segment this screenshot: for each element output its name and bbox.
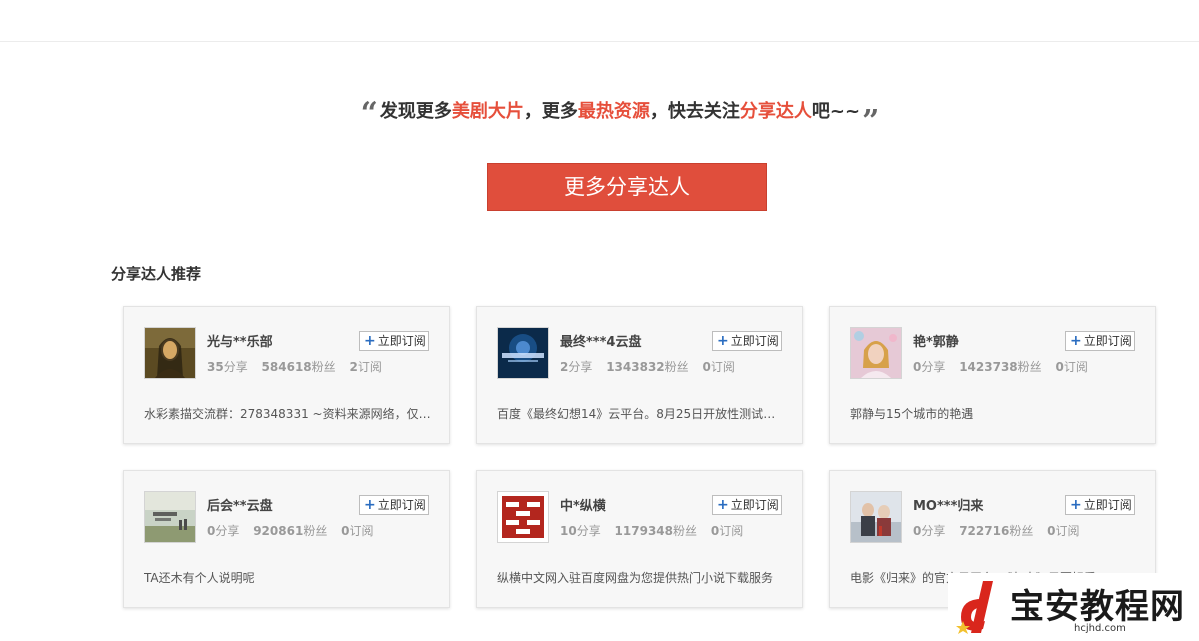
sharer-description: 百度《最终幻想14》云平台。8月25日开放性测试开启 (497, 407, 784, 421)
subscribe-button[interactable]: + 立即订阅 (359, 495, 429, 515)
subscriptions-count: 0 (702, 360, 711, 374)
subscriptions-count: 0 (341, 524, 350, 538)
sharer-stats: 0分享 920861粉丝 0订阅 (207, 522, 384, 539)
sharer-card: 光与**乐部 + 立即订阅 35分享 584618粉丝 2订阅 水彩素描交流群：2… (123, 306, 450, 444)
subscribe-label: 立即订阅 (730, 334, 779, 348)
fans-count: 722716 (959, 524, 1010, 538)
subscriptions-unit: 订阅 (1063, 360, 1088, 374)
sharer-name[interactable]: MO***归来 (913, 495, 983, 514)
subscribe-button[interactable]: + 立即订阅 (1065, 331, 1135, 351)
slogan-highlight-2: 最热资源 (577, 101, 650, 122)
slogan-text-4: 吧~~ (811, 101, 861, 122)
slogan-text-1: 发现更多 (379, 101, 452, 122)
sharer-name[interactable]: 后会**云盘 (207, 495, 273, 514)
subscribe-label: 立即订阅 (730, 498, 779, 512)
close-quote: ” (862, 104, 880, 139)
coming-home-avatar[interactable] (850, 491, 902, 543)
sharer-stats: 0分享 722716粉丝 0订阅 (913, 522, 1090, 539)
top-bar (0, 0, 1199, 42)
movie-poster-avatar[interactable] (144, 491, 196, 543)
sharer-description: TA还木有个人说明呢 (144, 571, 255, 585)
watermark: 宝安教程网 hcjhd.com (948, 573, 1199, 640)
plus-icon: + (717, 333, 729, 349)
zongheng-logo-avatar[interactable] (497, 491, 549, 543)
subscriptions-unit: 订阅 (710, 360, 735, 374)
subscribe-label: 立即订阅 (1083, 334, 1132, 348)
sharer-name[interactable]: 艳*郭静 (913, 331, 959, 350)
subscriptions-unit: 订阅 (719, 524, 744, 538)
shares-unit: 分享 (921, 524, 946, 538)
sharer-stats: 0分享 1423738粉丝 0订阅 (913, 358, 1098, 375)
slogan-text-2: ，更多 (523, 101, 578, 122)
sharer-stats: 10分享 1179348粉丝 0订阅 (560, 522, 753, 539)
sharer-stats: 35分享 584618粉丝 2订阅 (207, 358, 392, 375)
watermark-url: hcjhd.com (1074, 623, 1126, 634)
watermark-title: 宝安教程网 (1010, 587, 1185, 627)
slogan: “发现更多美剧大片，更多最热资源，快去关注分享达人吧~~” (0, 90, 1199, 139)
subscribe-label: 立即订阅 (377, 334, 426, 348)
sharer-card: 艳*郭静 + 立即订阅 0分享 1423738粉丝 0订阅 郭静与15个城市的艳遇 (829, 306, 1156, 444)
slogan-highlight-3: 分享达人 (739, 101, 812, 122)
subscriptions-unit: 订阅 (1055, 524, 1080, 538)
sharer-stats: 2分享 1343832粉丝 0订阅 (560, 358, 745, 375)
shares-count: 35 (207, 360, 224, 374)
fans-unit: 粉丝 (1017, 360, 1042, 374)
plus-icon: + (364, 497, 376, 513)
shares-unit: 分享 (921, 360, 946, 374)
shares-unit: 分享 (576, 524, 601, 538)
section-title: 分享达人推荐 (111, 265, 202, 283)
watermark-logo-icon (953, 577, 1009, 641)
fans-unit: 粉丝 (673, 524, 698, 538)
subscribe-button[interactable]: + 立即订阅 (1065, 495, 1135, 515)
fans-unit: 粉丝 (664, 360, 689, 374)
plus-icon: + (364, 333, 376, 349)
subscriptions-count: 2 (349, 360, 358, 374)
fans-unit: 粉丝 (311, 360, 336, 374)
slogan-text-3: ，快去关注 (649, 101, 740, 122)
shares-count: 10 (560, 524, 577, 538)
sharer-description: 纵横中文网入驻百度网盘为您提供热门小说下载服务 (497, 571, 774, 585)
sharer-name[interactable]: 中*纵横 (560, 495, 606, 514)
subscribe-button[interactable]: + 立即订阅 (712, 331, 782, 351)
final-fantasy-avatar[interactable] (497, 327, 549, 379)
sharer-name[interactable]: 最终***4云盘 (560, 331, 641, 350)
subscribe-button[interactable]: + 立即订阅 (359, 331, 429, 351)
sharer-name[interactable]: 光与**乐部 (207, 331, 273, 350)
plus-icon: + (1070, 497, 1082, 513)
open-quote: “ (360, 96, 378, 131)
fans-count: 920861 (253, 524, 304, 538)
subscriptions-unit: 订阅 (357, 360, 382, 374)
fans-unit: 粉丝 (303, 524, 328, 538)
fans-count: 1423738 (959, 360, 1018, 374)
shares-unit: 分享 (215, 524, 240, 538)
mona-lisa-avatar[interactable] (144, 327, 196, 379)
sharer-description: 郭静与15个城市的艳遇 (850, 407, 974, 421)
fans-count: 1179348 (614, 524, 673, 538)
more-sharers-button[interactable]: 更多分享达人 (487, 163, 767, 211)
fans-count: 584618 (261, 360, 312, 374)
shares-unit: 分享 (568, 360, 593, 374)
fans-count: 1343832 (606, 360, 665, 374)
subscriptions-count: 0 (710, 524, 720, 538)
subscribe-label: 立即订阅 (1083, 498, 1132, 512)
subscriptions-count: 0 (1047, 524, 1056, 538)
subscribe-button[interactable]: + 立即订阅 (712, 495, 782, 515)
plus-icon: + (1070, 333, 1082, 349)
plus-icon: + (717, 497, 729, 513)
subscribe-label: 立即订阅 (377, 498, 426, 512)
subscriptions-unit: 订阅 (349, 524, 374, 538)
shares-unit: 分享 (223, 360, 248, 374)
subscriptions-count: 0 (1055, 360, 1064, 374)
sharer-card: 最终***4云盘 + 立即订阅 2分享 1343832粉丝 0订阅 百度《最终幻想… (476, 306, 803, 444)
sharer-card: 后会**云盘 + 立即订阅 0分享 920861粉丝 0订阅 TA还木有个人说明呢 (123, 470, 450, 608)
portrait-avatar[interactable] (850, 327, 902, 379)
sharer-description: 水彩素描交流群：278348331 ~资料来源网络，仅供学习交流 (144, 407, 431, 421)
sharer-card: 中*纵横 + 立即订阅 10分享 1179348粉丝 0订阅 纵横中文网入驻百度网… (476, 470, 803, 608)
slogan-highlight-1: 美剧大片 (451, 101, 524, 122)
fans-unit: 粉丝 (1009, 524, 1034, 538)
